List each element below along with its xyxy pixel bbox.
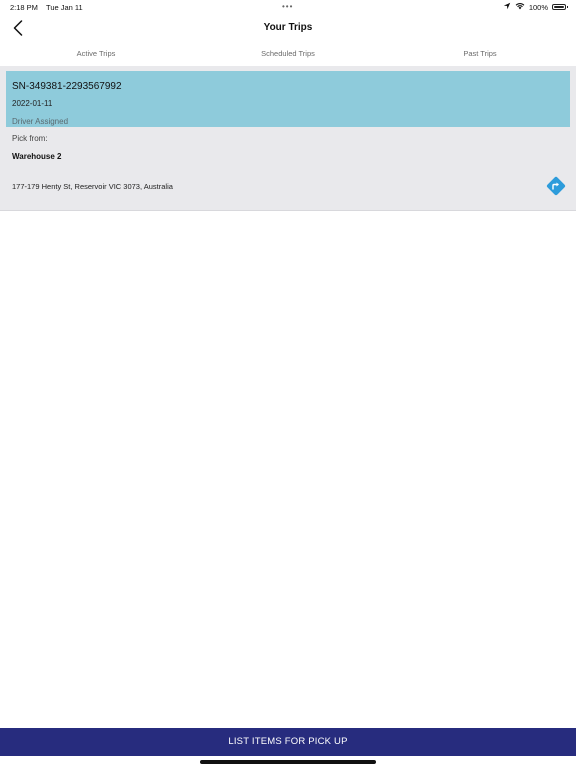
multitasking-dots[interactable]: •••: [282, 2, 293, 11]
app-screen: 2:18 PM Tue Jan 11 ••• 100% Your Trips A…: [0, 0, 576, 768]
directions-button[interactable]: [545, 175, 567, 197]
location-icon: [503, 2, 511, 12]
tab-past-trips[interactable]: Past Trips: [384, 42, 576, 66]
home-indicator[interactable]: [200, 760, 376, 764]
pick-from-label: Pick from:: [12, 134, 48, 143]
wifi-icon: [515, 2, 525, 12]
warehouse-name: Warehouse 2: [12, 152, 62, 161]
tab-scheduled-trips[interactable]: Scheduled Trips: [192, 42, 384, 66]
battery-icon: [552, 4, 568, 10]
status-indicators: 100%: [503, 2, 568, 12]
status-bar: 2:18 PM Tue Jan 11 ••• 100%: [0, 0, 576, 14]
status-time-date: 2:18 PM Tue Jan 11: [10, 3, 83, 12]
trip-tabs: Active Trips Scheduled Trips Past Trips: [0, 42, 576, 68]
nav-header: Your Trips: [0, 14, 576, 42]
directions-icon: [546, 176, 566, 196]
trip-status: Driver Assigned: [12, 117, 69, 126]
status-date: Tue Jan 11: [46, 3, 83, 12]
page-title: Your Trips: [263, 22, 313, 33]
battery-percent: 100%: [528, 2, 548, 12]
pickup-address: 177-179 Henty St, Reservoir VIC 3073, Au…: [12, 182, 173, 191]
status-time: 2:18 PM: [10, 3, 38, 12]
trip-summary[interactable]: SN-349381-2293567992 2022-01-11 Driver A…: [6, 71, 570, 127]
trip-date: 2022-01-11: [12, 99, 53, 108]
list-items-for-pickup-button[interactable]: LIST ITEMS FOR PICK UP: [0, 728, 576, 756]
trip-id: SN-349381-2293567992: [12, 81, 122, 92]
tab-active-trips[interactable]: Active Trips: [0, 42, 192, 68]
trip-card[interactable]: SN-349381-2293567992 2022-01-11 Driver A…: [0, 66, 576, 211]
